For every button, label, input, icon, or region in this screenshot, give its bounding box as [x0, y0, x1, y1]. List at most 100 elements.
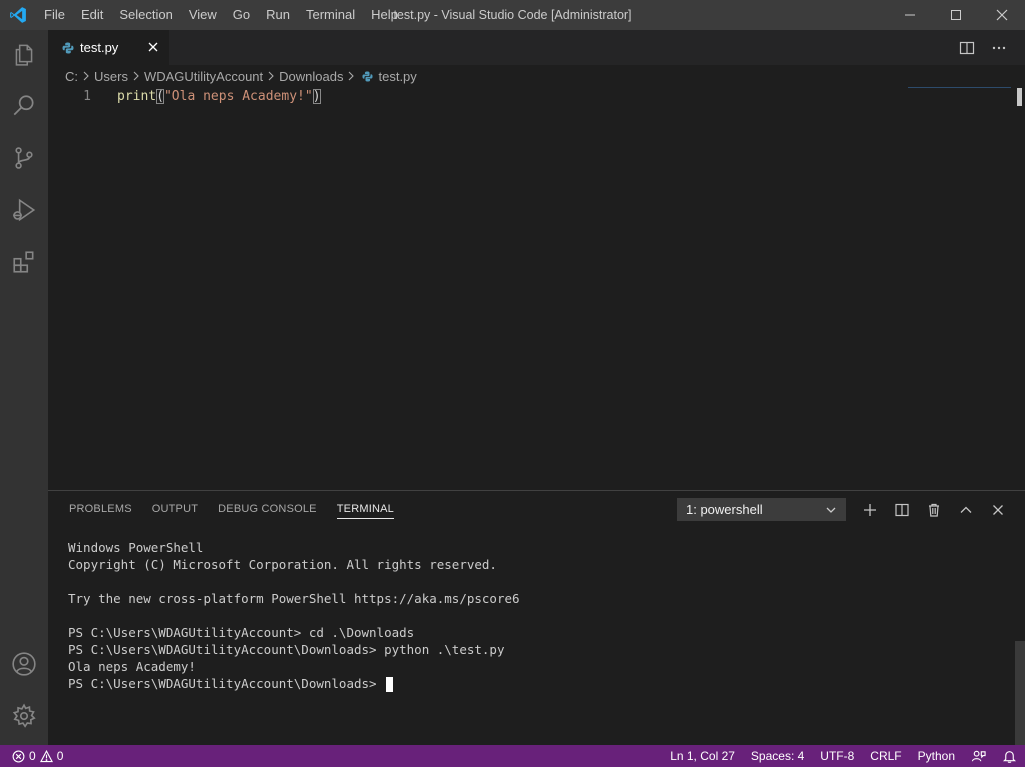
chevron-right-icon — [346, 71, 356, 81]
notifications-button[interactable] — [994, 745, 1025, 767]
terminal-line: Try the new cross-platform PowerShell ht… — [68, 591, 520, 606]
python-file-icon — [62, 42, 74, 53]
editor-tabs-bar: test.py — [48, 30, 1025, 65]
bell-icon — [1002, 750, 1017, 763]
explorer-icon — [15, 44, 33, 66]
warning-icon — [39, 749, 53, 762]
close-paren-token: ) — [312, 89, 321, 104]
tab-terminal[interactable]: TERMINAL — [327, 491, 404, 526]
terminal-line: Copyright (C) Microsoft Corporation. All… — [68, 557, 497, 572]
breadcrumb-item-downloads[interactable]: Downloads — [279, 69, 343, 84]
more-actions-button[interactable] — [983, 30, 1015, 65]
activity-bar — [0, 30, 48, 745]
new-terminal-button[interactable] — [854, 493, 886, 526]
terminal-output[interactable]: Windows PowerShell Copyright (C) Microso… — [68, 539, 520, 692]
problems-status[interactable]: 0 0 — [12, 745, 63, 767]
tab-test-py[interactable]: test.py — [48, 30, 169, 65]
kill-terminal-button[interactable] — [918, 493, 950, 526]
code-line[interactable]: 1 print("Ola neps Academy!") — [48, 87, 908, 106]
window-controls — [887, 0, 1025, 30]
minimize-button[interactable] — [887, 0, 933, 30]
tab-label: test.py — [80, 40, 119, 55]
terminal-select[interactable]: 1: powershell — [677, 498, 846, 521]
menu-edit[interactable]: Edit — [73, 0, 111, 30]
chevron-right-icon — [266, 71, 276, 81]
maximize-icon — [951, 10, 961, 20]
menu-run[interactable]: Run — [258, 0, 298, 30]
feedback-button[interactable] — [963, 745, 994, 767]
status-bar: 0 0 Ln 1, Col 27 Spaces: 4 UTF-8 CRLF Py… — [0, 745, 1025, 767]
split-editor-icon — [959, 41, 975, 54]
scroll-thumb[interactable] — [1017, 88, 1022, 106]
close-panel-button[interactable] — [982, 493, 1014, 526]
language-mode[interactable]: Python — [910, 745, 963, 767]
maximize-panel-button[interactable] — [950, 493, 982, 526]
menu-bar: File Edit Selection View Go Run Terminal… — [36, 0, 406, 30]
split-terminal-button[interactable] — [886, 493, 918, 526]
feedback-icon — [971, 750, 986, 761]
line-ending[interactable]: CRLF — [862, 745, 909, 767]
breadcrumb-item-file[interactable]: test.py — [378, 69, 416, 84]
breadcrumb-item-drive[interactable]: C: — [65, 69, 78, 84]
title-bar: File Edit Selection View Go Run Terminal… — [0, 0, 1025, 30]
warning-count: 0 — [56, 749, 64, 763]
extensions-icon — [13, 251, 34, 273]
search-button[interactable] — [0, 82, 48, 130]
bottom-panel: PROBLEMS OUTPUT DEBUG CONSOLE TERMINAL 1… — [48, 490, 1025, 745]
tab-problems[interactable]: PROBLEMS — [59, 491, 142, 526]
encoding[interactable]: UTF-8 — [812, 745, 862, 767]
minimize-icon — [905, 14, 915, 16]
chevron-right-icon — [131, 71, 141, 81]
breadcrumb: C: Users WDAGUtilityAccount Downloads te… — [48, 65, 1025, 87]
minimap-line — [908, 87, 1011, 88]
menu-selection[interactable]: Selection — [111, 0, 180, 30]
terminal-cursor — [386, 677, 394, 692]
breadcrumb-item-account[interactable]: WDAGUtilityAccount — [144, 69, 263, 84]
menu-go[interactable]: Go — [225, 0, 258, 30]
open-paren-token: ( — [156, 89, 164, 104]
source-control-icon — [15, 147, 33, 169]
more-actions-icon — [992, 46, 1006, 49]
menu-terminal[interactable]: Terminal — [298, 0, 363, 30]
chevron-right-icon — [81, 71, 91, 81]
breadcrumb-item-users[interactable]: Users — [94, 69, 128, 84]
code-editor[interactable]: 1 print("Ola neps Academy!") — [48, 87, 1025, 490]
terminal-prompt-line[interactable]: PS C:\Users\WDAGUtilityAccount\Downloads… — [68, 675, 520, 692]
split-terminal-icon — [895, 503, 909, 516]
string-token: "Ola neps Academy!" — [163, 89, 313, 104]
indentation[interactable]: Spaces: 4 — [743, 745, 812, 767]
terminal-scrollbar[interactable] — [1015, 641, 1025, 745]
python-file-icon — [362, 70, 374, 82]
editor-scrollbar[interactable] — [1011, 87, 1025, 490]
panel-tabs: PROBLEMS OUTPUT DEBUG CONSOLE TERMINAL — [59, 491, 404, 526]
new-terminal-icon — [864, 503, 876, 516]
cursor-position[interactable]: Ln 1, Col 27 — [662, 745, 743, 767]
tab-output[interactable]: OUTPUT — [142, 491, 208, 526]
tab-debug-console[interactable]: DEBUG CONSOLE — [208, 491, 327, 526]
terminal-line: Ola neps Academy! — [68, 659, 196, 674]
manage-gear-icon — [12, 703, 36, 728]
split-editor-button[interactable] — [951, 30, 983, 65]
extensions-button[interactable] — [0, 238, 48, 286]
panel-actions — [854, 493, 1014, 526]
source-control-button[interactable] — [0, 134, 48, 182]
close-icon — [148, 42, 158, 52]
close-icon — [996, 9, 1008, 21]
menu-file[interactable]: File — [36, 0, 73, 30]
error-count: 0 — [29, 749, 36, 763]
menu-help[interactable]: Help — [363, 0, 406, 30]
menu-view[interactable]: View — [181, 0, 225, 30]
search-icon — [13, 95, 34, 116]
run-debug-button[interactable] — [0, 186, 48, 234]
close-panel-icon — [993, 504, 1003, 515]
tab-close-button[interactable] — [145, 39, 161, 55]
explorer-button[interactable] — [0, 30, 48, 78]
maximize-button[interactable] — [933, 0, 979, 30]
code-text[interactable]: print("Ola neps Academy!") — [117, 87, 321, 106]
accounts-button[interactable] — [0, 640, 48, 688]
manage-button[interactable] — [0, 692, 48, 740]
error-icon — [12, 750, 25, 762]
vscode-logo-icon — [10, 7, 26, 23]
close-window-button[interactable] — [979, 0, 1025, 30]
